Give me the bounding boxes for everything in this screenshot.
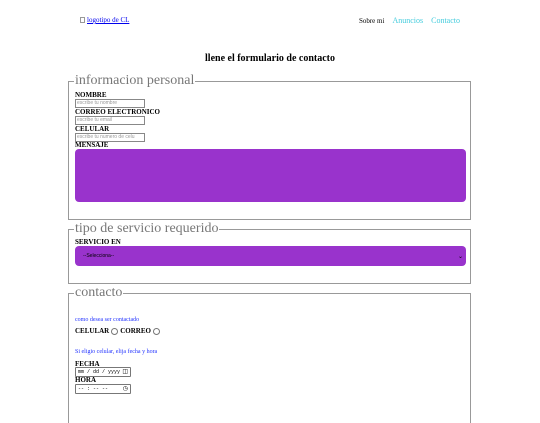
message-textarea[interactable] <box>75 149 466 202</box>
service-fieldset: tipo de servicio requerido SERVICIO EN -… <box>68 221 471 284</box>
logo-alt-text: logotipo de CL <box>87 16 130 24</box>
name-input[interactable]: escribe tu nombre <box>75 99 145 108</box>
service-selected-value: --Selecciona-- <box>83 253 115 259</box>
option-phone-label: CELULAR <box>75 327 110 335</box>
contact-prompt: como desea ser contactado <box>75 317 140 323</box>
email-radio[interactable] <box>152 327 160 335</box>
phone-radio[interactable] <box>111 327 119 335</box>
option-email-label: CORREO <box>120 327 151 335</box>
nav-contacto-link[interactable]: Contacto <box>431 16 460 25</box>
time-label: HORA <box>75 376 96 384</box>
contact-fieldset: contacto como desea ser contactado CELUL… <box>68 285 471 423</box>
service-select[interactable]: --Selecciona-- ⌄ <box>75 246 466 266</box>
service-legend: tipo de servicio requerido <box>74 221 220 237</box>
clock-icon[interactable]: ◷ <box>123 385 128 393</box>
email-input[interactable]: escribe tu email <box>75 116 145 125</box>
message-label: MENSAJE <box>75 141 109 149</box>
header: logotipo de CL Sobre mi Anuncios Contact… <box>0 0 540 40</box>
name-label: NOMBRE <box>75 91 107 99</box>
service-label: SERVICIO EN <box>75 238 121 246</box>
email-label: CORREO ELECTRONICO <box>75 108 160 116</box>
nav-sobre-mi: Sobre mi <box>358 17 385 25</box>
phone-label: CELULAR <box>75 125 110 133</box>
logo-link[interactable]: logotipo de CL <box>80 16 129 24</box>
date-placeholder: mm / dd / yyyy <box>78 369 121 375</box>
chevron-down-icon: ⌄ <box>457 253 463 260</box>
calendar-icon[interactable]: ◫ <box>122 368 128 376</box>
phone-note: Si eligio celular, elija fecha y hora <box>75 349 158 355</box>
time-input[interactable]: -- : -- -- ◷ <box>75 384 131 394</box>
nav-anuncios-link[interactable]: Anuncios <box>392 16 423 25</box>
page-title: llene el formulario de contacto <box>205 53 335 64</box>
personal-info-fieldset: informacion personal NOMBRE escribe tu n… <box>68 73 471 220</box>
top-nav: Sobre mi Anuncios Contacto <box>359 16 460 25</box>
contact-legend: contacto <box>74 285 124 301</box>
time-placeholder: -- : -- -- <box>78 386 109 392</box>
broken-image-icon <box>80 17 85 23</box>
personal-info-legend: informacion personal <box>74 73 196 89</box>
contact-method-options: CELULAR CORREO <box>75 327 160 335</box>
